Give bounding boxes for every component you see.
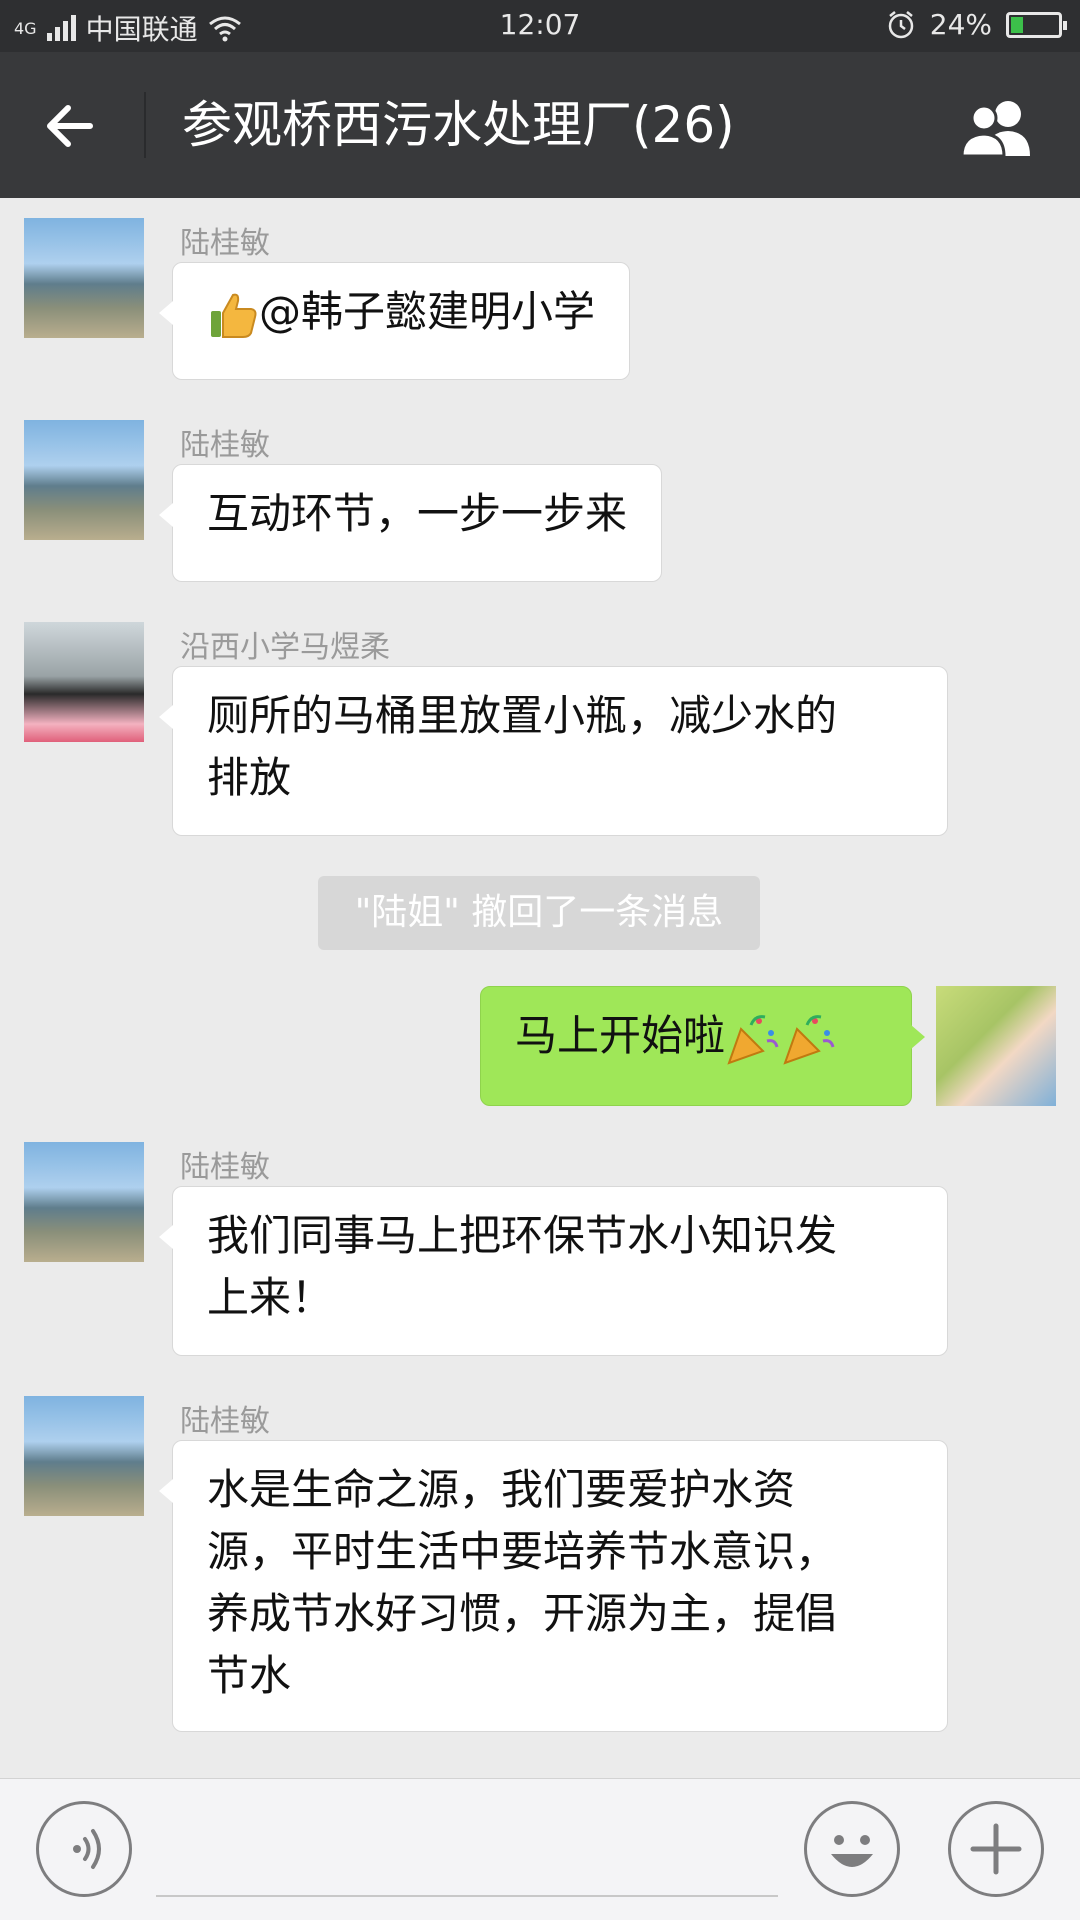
thumbs-up-icon <box>211 293 257 338</box>
more-functions-button[interactable] <box>948 1801 1044 1897</box>
sender-name: 陆桂敏 <box>180 1404 270 1439</box>
emoji-button[interactable] <box>804 1801 900 1897</box>
sender-name: 陆桂敏 <box>180 1150 270 1185</box>
message-text-line: 养成节水好习惯，开源为主，提倡 <box>207 1589 838 1638</box>
message-input[interactable] <box>156 1895 778 1897</box>
message-bubble[interactable]: 水是生命之源，我们要爱护水资 源，平时生活中要培养节水意识， 养成节水好习惯，开… <box>159 1440 948 1732</box>
avatar[interactable] <box>24 420 144 540</box>
chat-header: 参观桥西污水处理厂(26) <box>0 52 1080 198</box>
voice-input-button[interactable] <box>36 1801 132 1897</box>
input-bar <box>0 1778 1080 1920</box>
own-message-bubble[interactable]: 马上开始啦 <box>480 986 925 1106</box>
battery-level <box>1011 16 1023 33</box>
battery-percent: 24% <box>929 8 992 41</box>
message-text-line: 排放 <box>207 753 292 802</box>
message-text-line: 节水 <box>207 1651 292 1700</box>
voice-icon <box>73 1829 101 1869</box>
group-members-icon[interactable] <box>956 98 1040 158</box>
smiley-icon <box>831 1835 873 1867</box>
sender-name: 陆桂敏 <box>180 226 270 261</box>
chat-title: 参观桥西污水处理厂(26) <box>182 96 735 154</box>
message-list[interactable]: 陆桂敏 @韩子懿建明小学 陆桂敏 互动环节，一步一步来 沿西小学马煜柔 厕所的马… <box>0 198 1080 1778</box>
message-text-line: 厕所的马桶里放置小瓶，减少水的 <box>207 691 838 740</box>
avatar[interactable] <box>24 218 144 338</box>
avatar[interactable] <box>24 1142 144 1262</box>
sender-name: 沿西小学马煜柔 <box>180 630 390 665</box>
message-bubble[interactable]: @韩子懿建明小学 <box>158 262 631 380</box>
recall-notice: "陆姐" 撤回了一条消息 <box>318 876 760 950</box>
message-text-line: 我们同事马上把环保节水小知识发 <box>207 1211 838 1260</box>
back-arrow-icon[interactable] <box>40 96 100 156</box>
battery-icon <box>1006 11 1067 38</box>
message-text-line: 上来！ <box>207 1273 334 1322</box>
alarm-icon <box>888 10 914 38</box>
message-bubble[interactable]: 互动环节，一步一步来 <box>158 464 663 582</box>
avatar[interactable] <box>24 1396 144 1516</box>
party-popper-icon <box>727 1014 779 1065</box>
own-avatar[interactable] <box>936 986 1056 1106</box>
message-text: 互动环节，一步一步来 <box>207 489 628 538</box>
header-divider <box>144 92 146 158</box>
status-bar: 4G 中国联通 12:07 24% <box>0 0 1080 52</box>
message-text: @韩子懿建明小学 <box>259 287 596 336</box>
message-text: 马上开始啦 <box>515 1011 726 1060</box>
message-text-line: 源，平时生活中要培养节水意识， <box>207 1527 838 1576</box>
message-text-line: 水是生命之源，我们要爱护水资 <box>207 1465 796 1514</box>
message-bubble[interactable]: 厕所的马桶里放置小瓶，减少水的 排放 <box>159 666 948 836</box>
plus-icon <box>970 1823 1022 1875</box>
message-bubble[interactable]: 我们同事马上把环保节水小知识发 上来！ <box>159 1186 948 1356</box>
sender-name: 陆桂敏 <box>180 428 270 463</box>
party-popper-icon <box>783 1014 835 1065</box>
avatar[interactable] <box>24 622 144 742</box>
